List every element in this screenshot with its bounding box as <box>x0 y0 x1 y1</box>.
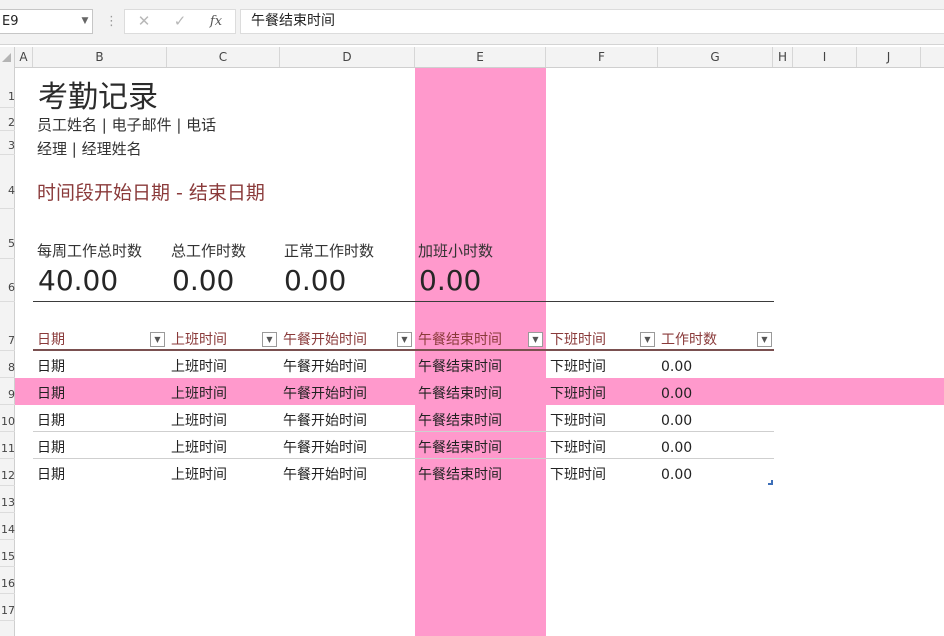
column-header-bar: A B C D E F G H I J <box>0 47 944 68</box>
cancel-button[interactable]: ✕ <box>127 10 161 33</box>
table-cell[interactable]: 下班时间 <box>550 466 606 484</box>
table-cell[interactable]: 0.00 <box>661 466 692 484</box>
regular-hours-value: 0.00 <box>284 264 347 297</box>
row-header-6[interactable]: 6 <box>0 259 15 302</box>
table-cell[interactable]: 0.00 <box>661 412 692 430</box>
row-header-11[interactable]: 11 <box>0 432 15 459</box>
select-all-triangle-icon <box>2 53 11 62</box>
table-cell[interactable]: 午餐开始时间 <box>283 385 367 403</box>
table-cell[interactable]: 午餐结束时间 <box>418 439 502 457</box>
column-header-e[interactable]: E <box>415 47 546 67</box>
column-header-b[interactable]: B <box>33 47 167 67</box>
regular-hours-label: 正常工作时数 <box>284 242 375 260</box>
filter-dropdown-icon[interactable]: ▼ <box>640 332 655 347</box>
insert-function-button[interactable]: fx <box>199 10 233 33</box>
table-cell[interactable]: 下班时间 <box>550 412 606 430</box>
table-cell[interactable]: 上班时间 <box>171 466 227 484</box>
row-header-3[interactable]: 3 <box>0 131 15 155</box>
row-header-4[interactable]: 4 <box>0 155 15 209</box>
row-header-9[interactable]: 9 <box>0 378 15 405</box>
column-header-f[interactable]: F <box>546 47 658 67</box>
row-header-13[interactable]: 13 <box>0 486 15 513</box>
row-header-bar: 1 2 3 4 5 6 7 8 9 10 11 12 13 14 15 16 1… <box>0 67 15 636</box>
table-cell[interactable]: 午餐开始时间 <box>283 466 367 484</box>
column-header-i[interactable]: I <box>793 47 857 67</box>
column-header-h[interactable]: H <box>773 47 793 67</box>
table-cell[interactable]: 0.00 <box>661 385 692 403</box>
table-cell[interactable]: 上班时间 <box>171 439 227 457</box>
filter-dropdown-icon[interactable]: ▼ <box>150 332 165 347</box>
column-header-g[interactable]: G <box>658 47 773 67</box>
row-header-16[interactable]: 16 <box>0 567 15 594</box>
table-cell[interactable]: 午餐开始时间 <box>283 358 367 376</box>
employee-info: 员工姓名 | 电子邮件 | 电话 <box>37 116 217 134</box>
table-cell[interactable]: 上班时间 <box>171 358 227 376</box>
more-options-icon[interactable]: ⋮ <box>105 9 118 34</box>
filter-dropdown-icon[interactable]: ▼ <box>397 332 412 347</box>
formula-tools: ✕ ✓ fx <box>124 9 236 34</box>
row-header-2[interactable]: 2 <box>0 108 15 131</box>
table-cell[interactable]: 日期 <box>37 385 65 403</box>
table-header-border <box>33 349 774 351</box>
weekly-hours-label: 每周工作总时数 <box>37 242 143 260</box>
chevron-down-icon[interactable]: ▼ <box>78 9 92 34</box>
row-header-5[interactable]: 5 <box>0 209 15 259</box>
table-cell[interactable]: 下班时间 <box>550 439 606 457</box>
weekly-hours-value: 40.00 <box>38 264 119 297</box>
row-divider <box>33 458 774 459</box>
overtime-hours-label: 加班小时数 <box>418 242 494 260</box>
header-lunch-end: 午餐结束时间 <box>418 332 502 348</box>
selected-column-highlight <box>415 67 546 636</box>
row-header-17[interactable]: 17 <box>0 594 15 621</box>
row-header-14[interactable]: 14 <box>0 513 15 540</box>
row-header-1[interactable]: 1 <box>0 67 15 108</box>
filter-dropdown-icon[interactable]: ▼ <box>757 332 772 347</box>
date-range: 时间段开始日期 - 结束日期 <box>37 182 265 204</box>
table-cell[interactable]: 0.00 <box>661 439 692 457</box>
table-cell[interactable]: 下班时间 <box>550 358 606 376</box>
header-hours-worked: 工作时数 <box>661 332 717 348</box>
metrics-divider <box>33 301 774 302</box>
manager-info: 经理 | 经理姓名 <box>37 140 142 158</box>
column-header-a[interactable]: A <box>15 47 33 67</box>
header-clock-in: 上班时间 <box>171 332 227 348</box>
header-lunch-start: 午餐开始时间 <box>283 332 367 348</box>
table-cell[interactable]: 午餐结束时间 <box>418 358 502 376</box>
formula-input[interactable]: 午餐结束时间 <box>240 9 944 34</box>
row-divider <box>33 431 774 432</box>
row-header-8[interactable]: 8 <box>0 351 15 378</box>
table-cell[interactable]: 日期 <box>37 439 65 457</box>
table-cell[interactable]: 午餐开始时间 <box>283 439 367 457</box>
sheet-title: 考勤记录 <box>38 80 158 115</box>
row-header-15[interactable]: 15 <box>0 540 15 567</box>
total-hours-value: 0.00 <box>172 264 235 297</box>
column-header-d[interactable]: D <box>280 47 415 67</box>
column-header-j[interactable]: J <box>857 47 921 67</box>
table-cell[interactable]: 午餐结束时间 <box>418 466 502 484</box>
selected-cell[interactable]: 午餐结束时间 <box>418 385 502 403</box>
enter-button[interactable]: ✓ <box>163 10 197 33</box>
filter-dropdown-icon[interactable]: ▼ <box>528 332 543 347</box>
table-cell[interactable]: 上班时间 <box>171 385 227 403</box>
row-header-12[interactable]: 12 <box>0 459 15 486</box>
header-date: 日期 <box>37 332 65 348</box>
table-cell[interactable]: 下班时间 <box>550 385 606 403</box>
column-header-c[interactable]: C <box>167 47 280 67</box>
table-cell[interactable]: 日期 <box>37 466 65 484</box>
header-clock-out: 下班时间 <box>550 332 606 348</box>
table-resize-handle-icon[interactable] <box>768 480 773 485</box>
filter-dropdown-icon[interactable]: ▼ <box>262 332 277 347</box>
table-cell[interactable]: 日期 <box>37 358 65 376</box>
total-hours-label: 总工作时数 <box>171 242 247 260</box>
table-cell[interactable]: 上班时间 <box>171 412 227 430</box>
row-header-7[interactable]: 7 <box>0 302 15 351</box>
overtime-hours-value: 0.00 <box>419 264 482 297</box>
table-cell[interactable]: 日期 <box>37 412 65 430</box>
row-header-10[interactable]: 10 <box>0 405 15 432</box>
table-cell[interactable]: 午餐结束时间 <box>418 412 502 430</box>
table-cell[interactable]: 0.00 <box>661 358 692 376</box>
table-cell[interactable]: 午餐开始时间 <box>283 412 367 430</box>
